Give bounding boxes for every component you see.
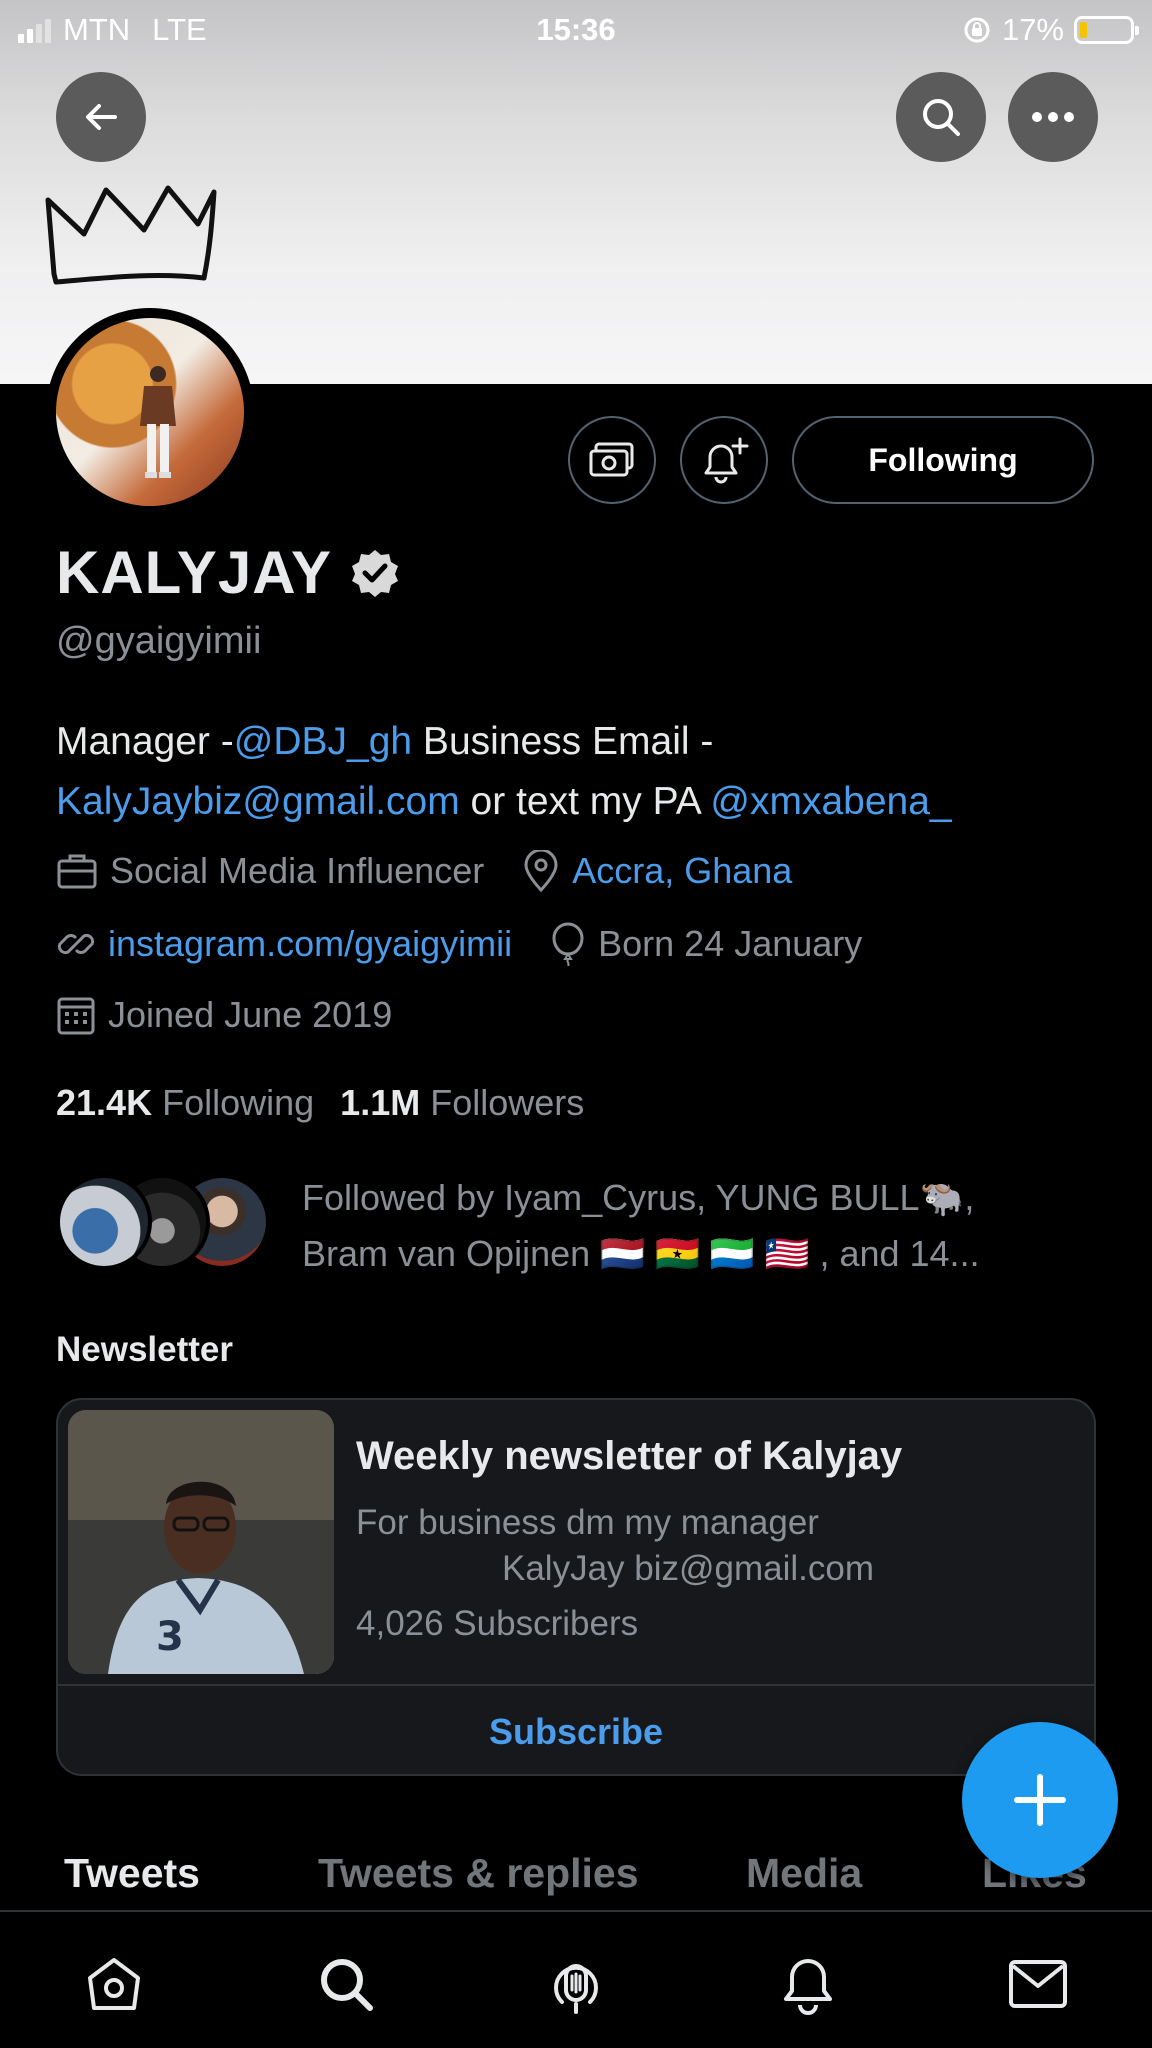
link-icon: [57, 933, 95, 955]
search-icon: [923, 99, 960, 136]
website-item: instagram.com/gyaigyimii: [56, 923, 512, 965]
more-horizontal-icon: [1032, 112, 1074, 122]
joined-item: Joined June 2019: [56, 994, 392, 1036]
display-name: KALYJAY: [56, 539, 333, 606]
website-link[interactable]: instagram.com/gyaigyimii: [108, 923, 512, 965]
profile-handle: @gyaigyimii: [56, 620, 262, 662]
more-button[interactable]: [1008, 72, 1098, 162]
avatar-person: [140, 366, 176, 478]
calendar-icon: [57, 997, 95, 1035]
nav-spaces[interactable]: [544, 1952, 608, 2016]
followed-by-line: Bram van Opijnen 🇳🇱 🇬🇭 🇸🇱 🇱🇷 , and 14...: [302, 1233, 980, 1274]
bell-plus-icon: [704, 437, 749, 484]
newsletter-heading: Newsletter: [56, 1330, 234, 1369]
newsletter-image: 3: [68, 1410, 334, 1674]
home-icon: [88, 1958, 140, 2010]
battery-percent: 17%: [1001, 12, 1064, 47]
followed-by-text: Followed by Iyam_Cyrus, YUNG BULL🐃, Bram…: [302, 1170, 1082, 1282]
location-item: Accra, Ghana: [522, 850, 792, 892]
following-label: Following: [162, 1082, 315, 1123]
newsletter-description: For business dm my manager KalyJay biz@g…: [356, 1500, 1076, 1592]
back-button[interactable]: [56, 72, 146, 162]
profile-tabs: Tweets Tweets & replies Media Likes: [0, 1840, 1152, 1912]
following-button[interactable]: Following: [792, 416, 1094, 504]
newsletter-desc-line: For business dm my manager: [356, 1503, 819, 1542]
email-link[interactable]: KalyJaybiz@gmail.com: [56, 780, 460, 823]
following-count: 21.4K: [56, 1082, 153, 1123]
location-link[interactable]: Accra, Ghana: [572, 850, 792, 892]
newsletter-photo: 3: [68, 1410, 334, 1674]
mention-link[interactable]: @DBJ_gh: [234, 720, 412, 763]
bio-text: or text my PA: [459, 780, 711, 823]
money-icon: [589, 442, 634, 477]
newsletter-subscribers: 4,026 Subscribers: [356, 1604, 639, 1643]
plus-icon: [1014, 1774, 1066, 1826]
arrow-left-icon: [86, 104, 117, 130]
follow-stats: 21.4K Following 1.1M Followers: [56, 1082, 584, 1124]
newsletter-card[interactable]: 3 Weekly newsletter of Kalyjay For busin…: [56, 1398, 1096, 1776]
joined-label: Joined June 2019: [108, 994, 393, 1035]
followers-count: 1.1M: [340, 1082, 421, 1123]
notify-button[interactable]: [680, 416, 768, 504]
nav-messages[interactable]: [1006, 1952, 1070, 2016]
followers-label: Followers: [430, 1082, 585, 1123]
newsletter-title: Weekly newsletter of Kalyjay: [356, 1434, 903, 1478]
newsletter-desc-line: KalyJay biz@gmail.com: [502, 1549, 875, 1588]
crown-drawing: [45, 185, 217, 285]
search-button[interactable]: [896, 72, 986, 162]
spaces-icon: [554, 1964, 598, 2014]
followed-by-line: Followed by Iyam_Cyrus, YUNG BULL🐃,: [302, 1177, 975, 1218]
nav-search[interactable]: [314, 1952, 378, 2016]
following-stat[interactable]: 21.4K Following: [56, 1082, 314, 1124]
follower-avatars: [56, 1170, 276, 1270]
meta-row: Joined June 2019: [56, 994, 430, 1036]
profile-bio: Manager -@DBJ_gh Business Email - KalyJa…: [56, 712, 1116, 832]
nav-home[interactable]: [82, 1952, 146, 2016]
tab-tweets-replies[interactable]: Tweets & replies: [318, 1850, 639, 1897]
followers-stat[interactable]: 1.1M Followers: [340, 1082, 584, 1124]
notifications-icon: [784, 1959, 832, 2015]
category-item: Social Media Influencer: [56, 850, 484, 892]
mention-link[interactable]: @xmxabena_: [710, 780, 951, 823]
birthday-label: Born 24 January: [598, 923, 863, 964]
bio-text: Manager -: [56, 720, 234, 763]
nav-notifications[interactable]: [776, 1952, 840, 2016]
tab-tweets[interactable]: Tweets: [64, 1850, 200, 1897]
compose-tweet-button[interactable]: [962, 1722, 1118, 1878]
status-bar: MTN LTE 15:36 17%: [0, 0, 1152, 58]
search-icon: [321, 1959, 373, 2011]
rotation-lock-icon: [964, 17, 990, 43]
balloon-icon: [552, 922, 584, 966]
birthday-item: Born 24 January: [550, 922, 862, 966]
bio-text: Business Email -: [412, 720, 714, 763]
display-name-row: KALYJAY: [56, 538, 400, 607]
messages-icon: [1009, 1960, 1067, 2008]
briefcase-icon: [57, 854, 97, 889]
category-label: Social Media Influencer: [110, 850, 485, 891]
tip-button[interactable]: [568, 416, 656, 504]
meta-row: Social Media Influencer Accra, Ghana: [56, 850, 830, 892]
tab-media[interactable]: Media: [746, 1850, 862, 1897]
svg-text:3: 3: [156, 1614, 184, 1660]
profile-avatar[interactable]: [46, 308, 254, 516]
battery-icon: [1074, 16, 1139, 44]
followed-by[interactable]: Followed by Iyam_Cyrus, YUNG BULL🐃, Bram…: [56, 1170, 1082, 1282]
meta-row: instagram.com/gyaigyimii Born 24 January: [56, 922, 900, 966]
bottom-nav: [0, 1910, 1152, 2048]
subscribe-button[interactable]: Subscribe: [58, 1686, 1094, 1774]
verified-badge-icon: [352, 549, 399, 597]
location-pin-icon: [524, 850, 558, 892]
follower-avatar: [56, 1174, 152, 1270]
